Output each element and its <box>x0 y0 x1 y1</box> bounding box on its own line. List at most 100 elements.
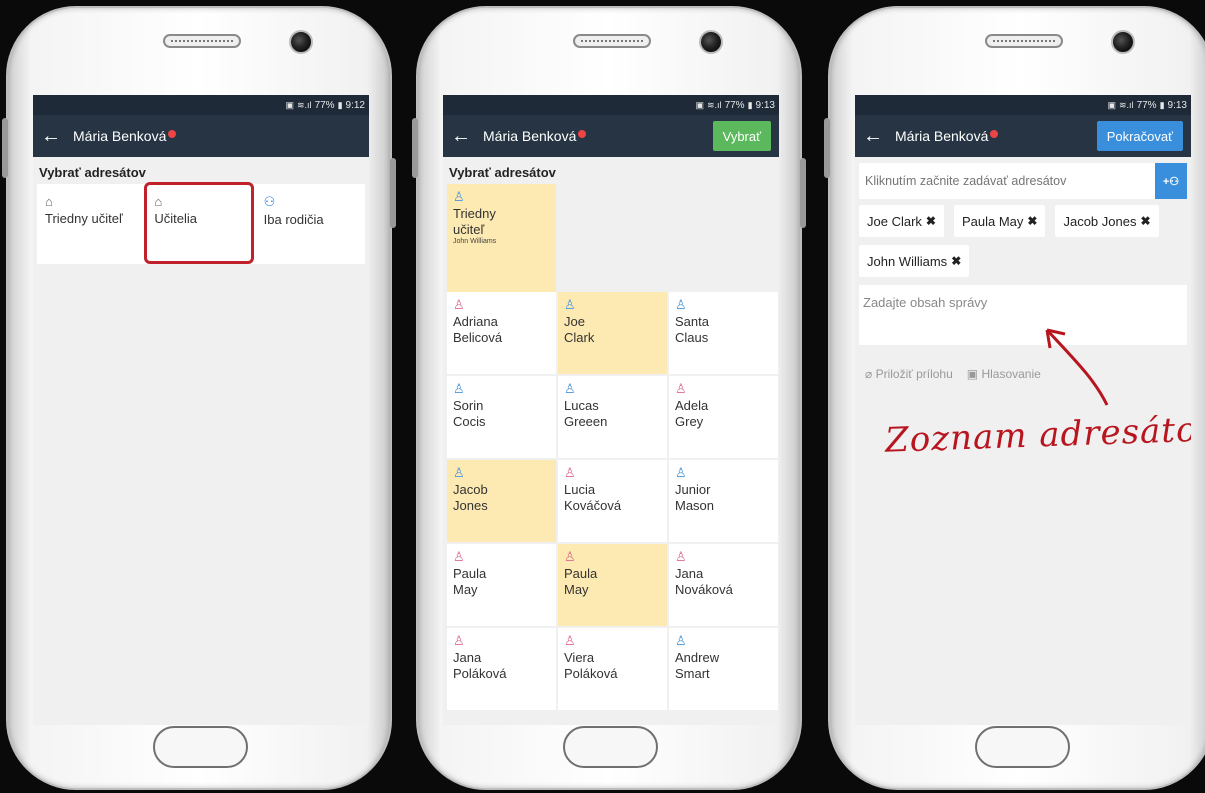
first-name: Joe <box>564 314 585 329</box>
back-arrow-icon[interactable]: ← <box>863 126 883 146</box>
recipient-cell[interactable]: ♙ Joe Clark <box>558 292 667 374</box>
recipient-cell[interactable]: ♙ Adela Grey <box>669 376 778 458</box>
recipient-cell[interactable]: ♙ Junior Mason <box>669 460 778 542</box>
remove-chip-icon[interactable]: ✖ <box>951 254 961 268</box>
recipient-cell[interactable]: ♙ Paula May <box>447 544 556 626</box>
chip-label: Joe Clark <box>867 213 922 229</box>
recipient-cell[interactable]: ♙ Paula May <box>558 544 667 626</box>
recipient-cell[interactable]: ♙ Lucas Greeen <box>558 376 667 458</box>
recipient-cell[interactable]: ♙ Lucia Kováčová <box>558 460 667 542</box>
first-name: Viera <box>564 650 595 665</box>
speaker-grille <box>985 34 1063 48</box>
recipient-search-input[interactable] <box>859 163 1155 199</box>
front-camera <box>699 30 723 54</box>
annotation-label: Zoznam adresátov <box>884 409 1191 461</box>
speaker-grille <box>163 34 241 48</box>
recipient-class-teacher[interactable]: ♙ Triedny učiteľ John Williams <box>447 184 556 292</box>
last-name: Jones <box>453 498 488 513</box>
last-name: Clark <box>564 330 595 345</box>
app-bar: ← Mária Benková Vybrať <box>443 115 779 157</box>
recipient-chip[interactable]: Joe Clark ✖ <box>859 205 944 237</box>
status-bar: ▣ ≋.ıl 77% ▮ 9:13 <box>443 95 779 115</box>
first-name: Paula <box>453 566 487 581</box>
battery-icon: ▮ <box>1159 99 1165 110</box>
recipient-chips: Joe Clark ✖ Paula May ✖ Jacob Jones ✖ John Wil… <box>855 199 1191 277</box>
first-name: Adriana <box>453 314 498 329</box>
screen-2: ▣ ≋.ıl 77% ▮ 9:13 ← Mária Benková Vybrať… <box>443 95 779 725</box>
cell-line2: učiteľ <box>453 222 485 237</box>
select-button[interactable]: Vybrať <box>712 121 771 151</box>
add-recipient-icon[interactable]: +⚇ <box>1155 163 1187 199</box>
recipient-chip[interactable]: Jacob Jones ✖ <box>1055 205 1159 237</box>
recipient-groups: ⌂ Triedny učiteľ ⌂ Učitelia ⚇ Iba rodiči… <box>37 182 365 264</box>
chip-label: Paula May <box>961 213 1024 229</box>
screen-3: ▣ ≋.ıl 77% ▮ 9:13 ← Mária Benková Pokrač… <box>855 95 1191 725</box>
last-name: Belicová <box>453 330 503 345</box>
last-name: Claus <box>675 330 709 345</box>
remove-chip-icon[interactable]: ✖ <box>1140 214 1150 228</box>
person-icon: ♙ <box>453 381 465 396</box>
last-name: May <box>564 582 589 597</box>
first-name: Jana <box>453 650 482 665</box>
poll-label: Hlasovanie <box>981 367 1041 381</box>
remove-chip-icon[interactable]: ✖ <box>1027 214 1037 228</box>
attach-label: Priložiť prílohu <box>875 367 953 381</box>
person-icon: ♙ <box>453 297 465 312</box>
recipient-input-row: +⚇ <box>859 163 1187 199</box>
message-input[interactable]: Zadajte obsah správy <box>859 285 1187 345</box>
person-icon: ♙ <box>453 189 465 204</box>
remove-chip-icon[interactable]: ✖ <box>926 214 936 228</box>
group-ucitelia[interactable]: ⌂ Učitelia <box>144 182 255 264</box>
speaker-grille <box>573 34 651 48</box>
home-button[interactable] <box>153 726 248 768</box>
poll-button[interactable]: ▣ Hlasovanie <box>967 367 1041 381</box>
recipient-chip[interactable]: John Williams ✖ <box>859 245 970 277</box>
person-icon: ♙ <box>453 549 465 564</box>
person-icon: ♙ <box>564 297 576 312</box>
phone-2: ▣ ≋.ıl 77% ▮ 9:13 ← Mária Benková Vybrať… <box>412 6 806 790</box>
recipient-cell[interactable]: ♙ Viera Poláková <box>558 628 667 710</box>
first-name: Lucia <box>564 482 596 497</box>
person-icon: ♙ <box>675 465 687 480</box>
group-triedny-ucitel[interactable]: ⌂ Triedny učiteľ <box>37 184 146 264</box>
home-button[interactable] <box>975 726 1070 768</box>
person-icon: ♙ <box>564 549 576 564</box>
front-camera <box>1111 30 1135 54</box>
clock: 9:12 <box>345 99 365 111</box>
recipient-cell[interactable]: ♙ Jana Poláková <box>447 628 556 710</box>
phone-3: ▣ ≋.ıl 77% ▮ 9:13 ← Mária Benková Pokrač… <box>824 6 1205 790</box>
group-iba-rodicia[interactable]: ⚇ Iba rodičia <box>256 184 365 264</box>
online-indicator <box>990 130 999 138</box>
class-teacher-row: ♙ Triedny učiteľ John Williams <box>447 184 775 292</box>
recipient-cell[interactable]: ♙ Santa Claus <box>669 292 778 374</box>
attach-button[interactable]: ⌀ Priložiť prílohu <box>865 367 953 381</box>
last-name: Greeen <box>564 414 608 429</box>
person-icon: ♙ <box>453 633 465 648</box>
first-name: Adela <box>675 398 709 413</box>
signal-icon: ≋.ıl <box>1119 99 1134 110</box>
battery-percent: 77% <box>1136 99 1157 111</box>
battery-percent: 77% <box>724 99 745 111</box>
recipient-cell[interactable]: ♙ Jana Nováková <box>669 544 778 626</box>
person-icon: ♙ <box>675 381 687 396</box>
group-label: Triedny učiteľ <box>45 211 123 226</box>
back-arrow-icon[interactable]: ← <box>451 126 471 146</box>
last-name: Grey <box>675 414 704 429</box>
back-arrow-icon[interactable]: ← <box>41 126 61 146</box>
recipient-cell[interactable]: ♙ Jacob Jones <box>447 460 556 542</box>
home-button[interactable] <box>563 726 658 768</box>
continue-button[interactable]: Pokračovať <box>1096 121 1183 151</box>
recipient-cell[interactable]: ♙ Sorin Cocis <box>447 376 556 458</box>
first-name: Jacob <box>453 482 488 497</box>
app-bar: ← Mária Benková Pokračovať <box>855 115 1191 157</box>
last-name: Poláková <box>453 666 507 681</box>
recipient-cell[interactable]: ♙ Andrew Smart <box>669 628 778 710</box>
section-title: Vybrať adresátov <box>39 165 146 180</box>
signal-icon: ≋.ıl <box>297 99 312 110</box>
recipient-cell[interactable]: ♙ Adriana Belicová <box>447 292 556 374</box>
online-indicator <box>578 130 587 138</box>
last-name: Nováková <box>675 582 733 597</box>
recipient-chip[interactable]: Paula May ✖ <box>953 205 1046 237</box>
conversation-title: Mária Benková <box>73 128 167 144</box>
person-icon: ♙ <box>564 633 576 648</box>
